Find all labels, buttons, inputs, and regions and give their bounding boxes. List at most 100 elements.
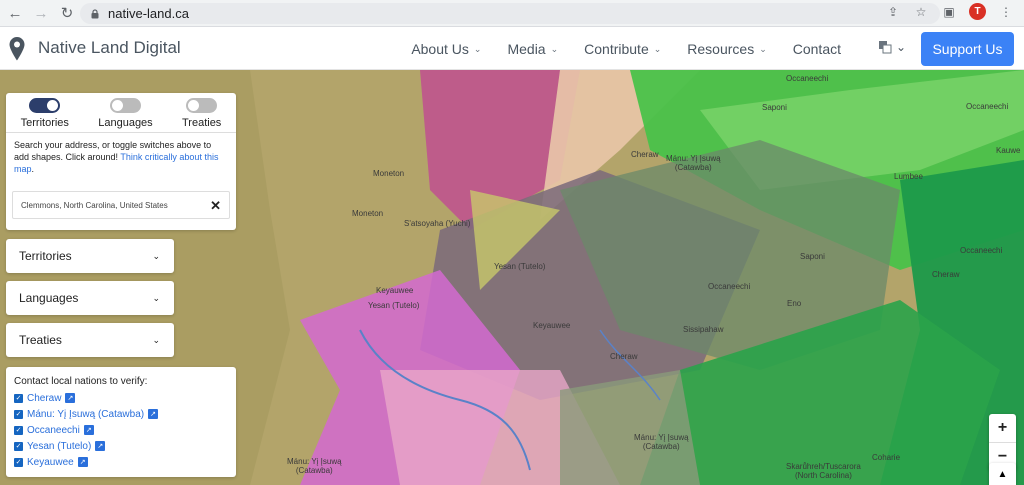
toggle-label: Languages (98, 117, 153, 129)
external-link-icon[interactable]: ↗ (148, 409, 159, 419)
menu-item-label: Contact (792, 41, 841, 57)
layer-toggle-panel: Territories Languages Treaties Search yo… (6, 93, 236, 230)
reload-icon[interactable]: ↻ (56, 2, 78, 24)
map-label[interactable]: Eno (787, 299, 801, 308)
map-label[interactable]: Moneton (352, 209, 383, 218)
menu-item-label: About Us (411, 41, 469, 57)
forward-arrow-icon[interactable]: → (30, 2, 52, 24)
chevron-down-icon: ⌄ (152, 292, 160, 303)
nation-item-keyauwee[interactable]: ✓ Keyauwee ↗ (14, 454, 236, 470)
checkbox[interactable]: ✓ (14, 457, 23, 467)
map-label[interactable]: Saponi (800, 252, 825, 261)
nation-link[interactable]: Cheraw (27, 393, 61, 404)
menu-item-resources[interactable]: Resources ⌄ (674, 41, 779, 57)
zoom-in-button[interactable]: + (989, 414, 1016, 442)
main-menu: About Us ⌄ Media ⌄ Contribute ⌄ Resources ⌄ … (398, 28, 854, 70)
external-link-icon[interactable]: ↗ (77, 457, 88, 467)
map-label[interactable]: Occaneechi (966, 102, 1008, 111)
checkbox[interactable]: ✓ (14, 441, 23, 451)
external-link-icon[interactable]: ↗ (95, 441, 106, 451)
menu-item-label: Contribute (584, 41, 649, 57)
toggle-label: Territories (20, 117, 69, 129)
territories-accordion[interactable]: Territories ⌄ (6, 239, 174, 273)
url-text: native-land.ca (108, 6, 189, 21)
side-panel-icon[interactable]: ▣ (941, 4, 957, 20)
map-label[interactable]: Keyauwee (376, 286, 413, 295)
site-header: Native Land Digital About Us ⌄ Media ⌄ Con… (0, 28, 1024, 70)
accordion-label: Territories (19, 249, 72, 263)
map-label[interactable]: Lumbee (894, 172, 923, 181)
nation-item-catawba[interactable]: ✓ Mánu: Yį Įsuwą (Catawba) ↗ (14, 406, 236, 422)
checkbox[interactable]: ✓ (14, 393, 23, 403)
share-icon[interactable]: ⇪ (885, 4, 901, 20)
nation-link[interactable]: Mánu: Yį Įsuwą (Catawba) (27, 409, 144, 420)
map-label[interactable]: Moneton (373, 169, 404, 178)
star-icon[interactable]: ☆ (913, 4, 929, 20)
treaties-accordion[interactable]: Treaties ⌄ (6, 323, 174, 357)
languages-accordion[interactable]: Languages ⌄ (6, 281, 174, 315)
nation-item-occaneechi[interactable]: ✓ Occaneechi ↗ (14, 422, 236, 438)
map-pin-logo-icon[interactable] (8, 36, 26, 62)
nation-link[interactable]: Occaneechi (27, 425, 80, 436)
toggle-territories[interactable]: Territories (21, 98, 69, 132)
map-label[interactable]: Skarůhreh/Tuscarora (North Carolina) (786, 462, 861, 480)
nation-link[interactable]: Keyauwee (27, 457, 74, 468)
map-label[interactable]: Occaneechi (960, 246, 1002, 255)
checkbox[interactable]: ✓ (14, 409, 23, 419)
map-label[interactable]: Mánu: Yį Įsuwą (Catawba) (287, 457, 342, 475)
zoom-control: + − (989, 414, 1016, 470)
toggle-label: Treaties (181, 117, 222, 129)
clear-search-icon[interactable]: ✕ (210, 198, 221, 214)
avatar[interactable]: T (969, 3, 986, 20)
map-label[interactable]: Cheraw (610, 352, 638, 361)
map-label[interactable]: Occaneechi (786, 74, 828, 83)
map-label[interactable]: Mánu: Yį Įsuwą (Catawba) (634, 433, 689, 451)
external-link-icon[interactable]: ↗ (83, 425, 94, 435)
map-label[interactable]: Yesan (Tutelo) (368, 301, 419, 310)
map-label[interactable]: S'atsoyaha (Yuchi) (404, 219, 470, 228)
map-label[interactable]: Saponi (762, 103, 787, 112)
map-label[interactable]: Coharie (872, 453, 900, 462)
map-label[interactable]: Keyauwee (533, 321, 570, 330)
map-label[interactable]: Cheraw (631, 150, 659, 159)
territories-switch[interactable] (29, 98, 61, 113)
treaties-switch[interactable] (186, 98, 218, 113)
languages-switch[interactable] (109, 98, 141, 113)
map-label[interactable]: Kauwe (996, 146, 1020, 155)
map-label[interactable]: Yesan (Tutelo) (494, 262, 545, 271)
menu-item-media[interactable]: Media ⌄ (494, 41, 571, 57)
kebab-menu-icon[interactable]: ⋮ (998, 4, 1014, 20)
map-label[interactable]: Sissipahaw (683, 325, 723, 334)
translate-icon (878, 41, 892, 54)
checkbox[interactable]: ✓ (14, 425, 23, 435)
menu-item-contribute[interactable]: Contribute ⌄ (571, 41, 674, 57)
chevron-down-icon: ⌄ (653, 43, 662, 54)
nation-item-yesan[interactable]: ✓ Yesan (Tutelo) ↗ (14, 438, 236, 454)
chevron-down-icon: ⌄ (550, 43, 559, 54)
accordion-label: Treaties (19, 333, 62, 347)
chevron-down-icon: ⌄ (152, 250, 160, 261)
nation-item-cheraw[interactable]: ✓ Cheraw ↗ (14, 390, 236, 406)
map-label[interactable]: Cheraw (932, 270, 960, 279)
help-text: Search your address, or toggle switches … (14, 140, 219, 174)
menu-item-label: Resources (687, 41, 755, 57)
back-arrow-icon[interactable]: ← (4, 2, 26, 24)
menu-item-contact[interactable]: Contact (780, 41, 854, 57)
compass-icon[interactable]: ▲ (989, 463, 1016, 485)
accordion-label: Languages (19, 291, 79, 305)
map-label[interactable]: Mánu: Yį Įsuwą (Catawba) (666, 154, 721, 172)
support-us-button[interactable]: Support Us (921, 32, 1014, 66)
menu-item-about-us[interactable]: About Us ⌄ (398, 41, 494, 57)
site-title[interactable]: Native Land Digital (38, 38, 181, 58)
address-search-input[interactable]: Clemmons, North Carolina, United States … (12, 191, 230, 219)
address-bar[interactable]: native-land.ca (80, 3, 940, 24)
external-link-icon[interactable]: ↗ (65, 393, 76, 403)
toggle-treaties[interactable]: Treaties (182, 98, 221, 132)
map-label[interactable]: Occaneechi (708, 282, 750, 291)
chevron-down-icon: ⌄ (895, 40, 906, 54)
chevron-down-icon: ⌄ (152, 334, 160, 345)
toggle-languages[interactable]: Languages (98, 98, 153, 132)
chevron-down-icon: ⌄ (759, 43, 767, 54)
nation-link[interactable]: Yesan (Tutelo) (27, 441, 91, 452)
translate-button[interactable]: ⌄ (878, 40, 906, 54)
